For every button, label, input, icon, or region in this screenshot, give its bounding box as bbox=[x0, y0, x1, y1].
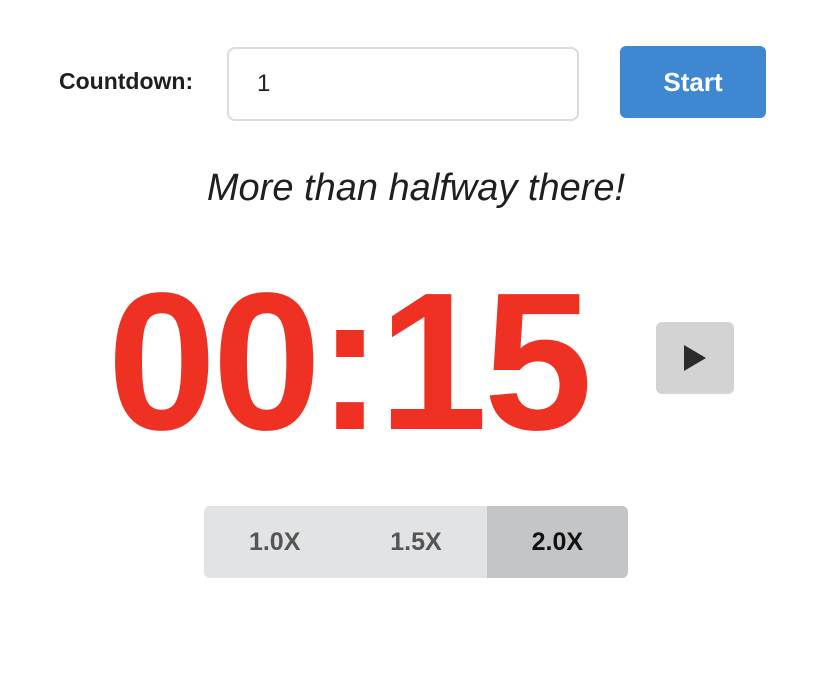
countdown-timer-app: Countdown: Start More than halfway there… bbox=[0, 0, 816, 684]
speed-selector: 1.0X 1.5X 2.0X bbox=[204, 506, 628, 578]
start-button[interactable]: Start bbox=[620, 46, 766, 118]
play-button[interactable] bbox=[656, 322, 734, 394]
countdown-label: Countdown: bbox=[59, 68, 194, 94]
speed-option-1x[interactable]: 1.0X bbox=[204, 506, 346, 578]
countdown-input[interactable] bbox=[227, 47, 579, 121]
timer-display: 00:15 bbox=[107, 252, 592, 471]
speed-option-1-5x[interactable]: 1.5X bbox=[345, 506, 487, 578]
speed-option-2x[interactable]: 2.0X bbox=[486, 506, 628, 578]
play-icon bbox=[682, 344, 708, 372]
status-message: More than halfway there! bbox=[206, 167, 626, 209]
